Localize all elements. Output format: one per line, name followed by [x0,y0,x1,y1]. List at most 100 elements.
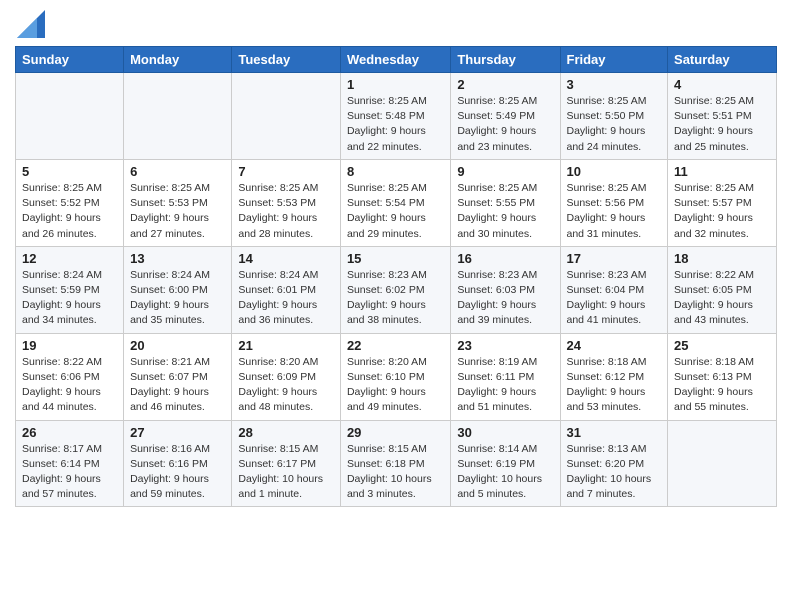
calendar-cell: 24 Sunrise: 8:18 AMSunset: 6:12 PMDayligh… [560,333,668,420]
day-info: Sunrise: 8:17 AMSunset: 6:14 PMDaylight:… [22,442,117,503]
calendar-cell [668,420,777,507]
day-info: Sunrise: 8:15 AMSunset: 6:18 PMDaylight:… [347,442,444,503]
calendar-cell: 11Sunrise: 8:25 AMSunset: 5:57 PMDayligh… [668,159,777,246]
day-number: 17 [567,251,662,266]
weekday-header: Wednesday [340,47,450,73]
day-info: Sunrise: 8:25 AMSunset: 5:48 PMDaylight:… [347,94,444,155]
day-number: 12 [22,251,117,266]
calendar-cell: 18 Sunrise: 8:22 AMSunset: 6:05 PMDayligh… [668,246,777,333]
day-info: Sunrise: 8:25 AMSunset: 5:49 PMDaylight:… [457,94,553,155]
calendar-cell: 5 Sunrise: 8:25 AMSunset: 5:52 PMDaylight… [16,159,124,246]
day-info: Sunrise: 8:25 AMSunset: 5:50 PMDaylight:… [567,94,662,155]
calendar-week-row: 26 Sunrise: 8:17 AMSunset: 6:14 PMDayligh… [16,420,777,507]
day-info: Sunrise: 8:13 AMSunset: 6:20 PMDaylight:… [567,442,662,503]
day-info: Sunrise: 8:24 AMSunset: 6:01 PMDaylight:… [238,268,334,329]
calendar-cell: 23 Sunrise: 8:19 AMSunset: 6:11 PMDayligh… [451,333,560,420]
day-number: 8 [347,164,444,179]
weekday-header-row: SundayMondayTuesdayWednesdayThursdayFrid… [16,47,777,73]
calendar-table: SundayMondayTuesdayWednesdayThursdayFrid… [15,46,777,507]
calendar-cell [124,73,232,160]
weekday-header: Sunday [16,47,124,73]
calendar-cell: 31 Sunrise: 8:13 AMSunset: 6:20 PMDayligh… [560,420,668,507]
day-number: 1 [347,77,444,92]
day-number: 27 [130,425,225,440]
day-number: 4 [674,77,770,92]
day-number: 7 [238,164,334,179]
calendar-cell: 28 Sunrise: 8:15 AMSunset: 6:17 PMDayligh… [232,420,341,507]
day-info: Sunrise: 8:15 AMSunset: 6:17 PMDaylight:… [238,442,334,503]
day-info: Sunrise: 8:20 AMSunset: 6:10 PMDaylight:… [347,355,444,416]
day-info: Sunrise: 8:21 AMSunset: 6:07 PMDaylight:… [130,355,225,416]
calendar-cell: 1 Sunrise: 8:25 AMSunset: 5:48 PMDaylight… [340,73,450,160]
day-number: 16 [457,251,553,266]
calendar-cell: 9Sunrise: 8:25 AMSunset: 5:55 PMDaylight… [451,159,560,246]
day-info: Sunrise: 8:18 AMSunset: 6:12 PMDaylight:… [567,355,662,416]
day-number: 15 [347,251,444,266]
day-number: 22 [347,338,444,353]
day-number: 3 [567,77,662,92]
day-info: Sunrise: 8:19 AMSunset: 6:11 PMDaylight:… [457,355,553,416]
day-number: 29 [347,425,444,440]
calendar-cell: 27 Sunrise: 8:16 AMSunset: 6:16 PMDayligh… [124,420,232,507]
calendar-cell: 29 Sunrise: 8:15 AMSunset: 6:18 PMDayligh… [340,420,450,507]
calendar-cell: 8 Sunrise: 8:25 AMSunset: 5:54 PMDaylight… [340,159,450,246]
calendar-cell: 20Sunrise: 8:21 AMSunset: 6:07 PMDayligh… [124,333,232,420]
logo [15,14,45,38]
day-info: Sunrise: 8:20 AMSunset: 6:09 PMDaylight:… [238,355,334,416]
day-number: 21 [238,338,334,353]
calendar-cell: 16Sunrise: 8:23 AMSunset: 6:03 PMDayligh… [451,246,560,333]
day-number: 14 [238,251,334,266]
day-number: 18 [674,251,770,266]
day-info: Sunrise: 8:16 AMSunset: 6:16 PMDaylight:… [130,442,225,503]
calendar-cell: 2 Sunrise: 8:25 AMSunset: 5:49 PMDaylight… [451,73,560,160]
day-info: Sunrise: 8:22 AMSunset: 6:05 PMDaylight:… [674,268,770,329]
day-info: Sunrise: 8:25 AMSunset: 5:53 PMDaylight:… [130,181,225,242]
calendar-cell: 6Sunrise: 8:25 AMSunset: 5:53 PMDaylight… [124,159,232,246]
weekday-header: Friday [560,47,668,73]
calendar-week-row: 19Sunrise: 8:22 AMSunset: 6:06 PMDayligh… [16,333,777,420]
calendar-cell: 13 Sunrise: 8:24 AMSunset: 6:00 PMDayligh… [124,246,232,333]
day-number: 24 [567,338,662,353]
day-info: Sunrise: 8:25 AMSunset: 5:51 PMDaylight:… [674,94,770,155]
day-number: 28 [238,425,334,440]
weekday-header: Saturday [668,47,777,73]
calendar-cell: 15 Sunrise: 8:23 AMSunset: 6:02 PMDayligh… [340,246,450,333]
day-info: Sunrise: 8:25 AMSunset: 5:54 PMDaylight:… [347,181,444,242]
day-info: Sunrise: 8:24 AMSunset: 6:00 PMDaylight:… [130,268,225,329]
calendar-cell: 22 Sunrise: 8:20 AMSunset: 6:10 PMDayligh… [340,333,450,420]
day-info: Sunrise: 8:23 AMSunset: 6:02 PMDaylight:… [347,268,444,329]
day-info: Sunrise: 8:22 AMSunset: 6:06 PMDaylight:… [22,355,117,416]
day-info: Sunrise: 8:18 AMSunset: 6:13 PMDaylight:… [674,355,770,416]
day-number: 13 [130,251,225,266]
calendar-week-row: 1 Sunrise: 8:25 AMSunset: 5:48 PMDaylight… [16,73,777,160]
calendar-cell: 3 Sunrise: 8:25 AMSunset: 5:50 PMDaylight… [560,73,668,160]
day-number: 10 [567,164,662,179]
day-number: 9 [457,164,553,179]
page: SundayMondayTuesdayWednesdayThursdayFrid… [0,0,792,612]
calendar-cell [16,73,124,160]
header [15,10,777,38]
day-number: 31 [567,425,662,440]
weekday-header: Tuesday [232,47,341,73]
calendar-week-row: 12Sunrise: 8:24 AMSunset: 5:59 PMDayligh… [16,246,777,333]
day-info: Sunrise: 8:25 AMSunset: 5:52 PMDaylight:… [22,181,117,242]
calendar-cell: 4 Sunrise: 8:25 AMSunset: 5:51 PMDaylight… [668,73,777,160]
day-info: Sunrise: 8:23 AMSunset: 6:04 PMDaylight:… [567,268,662,329]
day-info: Sunrise: 8:25 AMSunset: 5:56 PMDaylight:… [567,181,662,242]
logo-icon [17,10,45,38]
day-number: 2 [457,77,553,92]
day-info: Sunrise: 8:14 AMSunset: 6:19 PMDaylight:… [457,442,553,503]
day-number: 5 [22,164,117,179]
calendar-cell: 7 Sunrise: 8:25 AMSunset: 5:53 PMDaylight… [232,159,341,246]
calendar-cell [232,73,341,160]
day-number: 26 [22,425,117,440]
calendar-cell: 21 Sunrise: 8:20 AMSunset: 6:09 PMDayligh… [232,333,341,420]
day-number: 25 [674,338,770,353]
calendar-cell: 19Sunrise: 8:22 AMSunset: 6:06 PMDayligh… [16,333,124,420]
day-info: Sunrise: 8:25 AMSunset: 5:53 PMDaylight:… [238,181,334,242]
calendar-cell: 26 Sunrise: 8:17 AMSunset: 6:14 PMDayligh… [16,420,124,507]
calendar-cell: 12Sunrise: 8:24 AMSunset: 5:59 PMDayligh… [16,246,124,333]
day-number: 30 [457,425,553,440]
day-number: 23 [457,338,553,353]
day-info: Sunrise: 8:25 AMSunset: 5:57 PMDaylight:… [674,181,770,242]
